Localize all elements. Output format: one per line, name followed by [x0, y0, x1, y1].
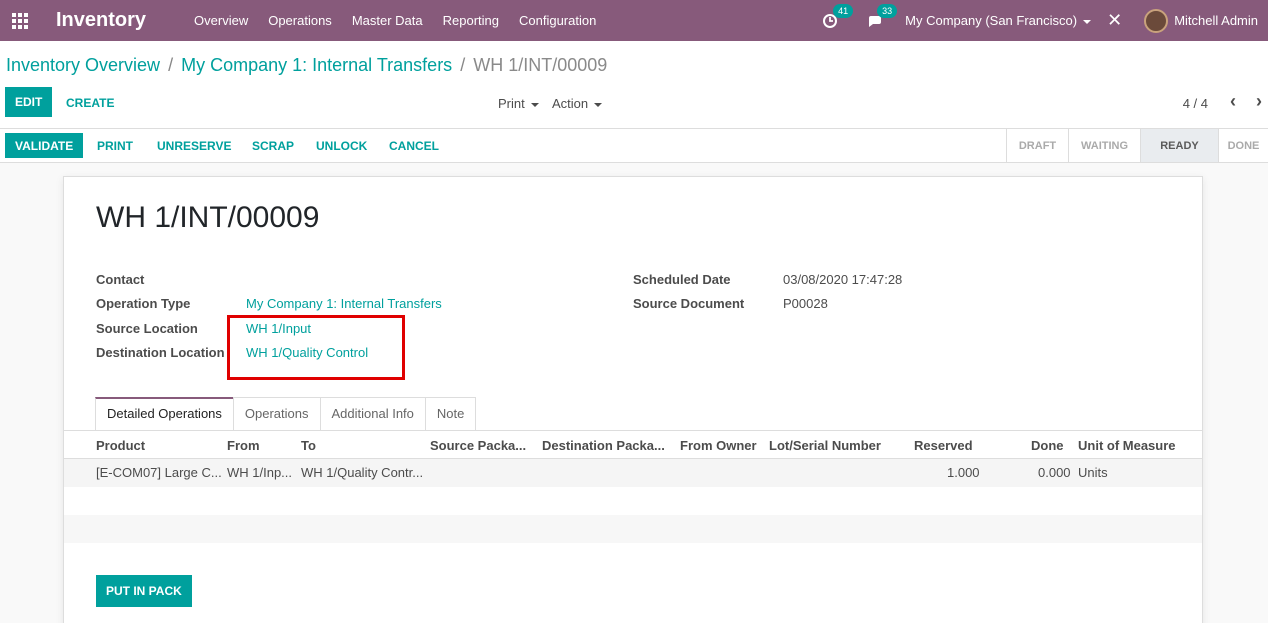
cell-product: [E-COM07] Large C...	[96, 465, 222, 480]
stage-ready: READY	[1140, 129, 1218, 162]
cell-uom: Units	[1078, 465, 1108, 480]
unreserve-button[interactable]: UNRESERVE	[157, 139, 231, 153]
main-menu: Overview Operations Master Data Reportin…	[184, 13, 606, 28]
breadcrumb-separator: /	[460, 55, 466, 75]
messages-button[interactable]: 33	[867, 3, 898, 28]
highlight-box	[227, 315, 405, 380]
notebook-tabs: Detailed Operations Operations Additiona…	[95, 397, 477, 431]
menu-master-data[interactable]: Master Data	[342, 13, 433, 28]
tab-operations[interactable]: Operations	[232, 397, 321, 431]
column-reserved[interactable]: Reserved	[914, 438, 973, 453]
menu-reporting[interactable]: Reporting	[433, 13, 509, 28]
record-title: WH 1/INT/00009	[96, 201, 320, 234]
column-lot-serial-number[interactable]: Lot/Serial Number	[769, 438, 881, 453]
action-dropdown[interactable]: Action	[552, 96, 603, 111]
table-header: Product From To Source Packa... Destinat…	[64, 431, 1202, 459]
cell-done: 0.000	[1038, 465, 1071, 480]
source-document-label: Source Document	[633, 296, 745, 311]
scheduled-date-value: 03/08/2020 17:47:28	[783, 272, 903, 287]
column-from-owner[interactable]: From Owner	[680, 438, 757, 453]
column-from[interactable]: From	[227, 438, 260, 453]
operation-type-label: Operation Type	[96, 296, 191, 311]
destination-location-label: Destination Location	[96, 345, 225, 360]
scrap-button[interactable]: SCRAP	[252, 139, 294, 153]
cell-to: WH 1/Quality Contr...	[301, 465, 424, 480]
column-done[interactable]: Done	[1031, 438, 1064, 453]
company-name: My Company (San Francisco)	[905, 13, 1078, 28]
top-navbar: Inventory Overview Operations Master Dat…	[0, 0, 1268, 41]
action-dropdown-label: Action	[552, 96, 589, 111]
control-panel: Inventory Overview / My Company 1: Inter…	[0, 41, 1268, 129]
breadcrumb-inventory-overview[interactable]: Inventory Overview	[6, 55, 160, 76]
print-dropdown-label: Print	[498, 96, 525, 111]
tab-note[interactable]: Note	[424, 397, 477, 431]
print-button[interactable]: PRINT	[97, 139, 133, 153]
activity-button[interactable]: 41	[823, 3, 854, 28]
stage-pipeline: DRAFT WAITING READY DONE	[1006, 129, 1268, 162]
print-dropdown[interactable]: Print	[498, 96, 539, 111]
stage-done: DONE	[1218, 129, 1268, 162]
chevron-left-icon[interactable]: ‹	[1230, 91, 1236, 112]
column-to[interactable]: To	[301, 438, 316, 453]
source-document-value: P00028	[783, 296, 828, 311]
breadcrumb-internal-transfers[interactable]: My Company 1: Internal Transfers	[181, 55, 452, 76]
activity-count-badge: 41	[833, 3, 854, 18]
breadcrumb-current: WH 1/INT/00009	[473, 55, 608, 75]
table-row-empty	[64, 515, 1202, 543]
tab-detailed-operations[interactable]: Detailed Operations	[95, 397, 234, 431]
debug-tools-icon[interactable]: ✕	[1107, 10, 1122, 31]
contact-label: Contact	[96, 272, 145, 287]
column-source-package[interactable]: Source Packa...	[430, 438, 526, 453]
unlock-button[interactable]: UNLOCK	[316, 139, 367, 153]
tab-additional-info[interactable]: Additional Info	[319, 397, 426, 431]
table-row[interactable]: [E-COM07] Large C... WH 1/Inp... WH 1/Qu…	[64, 459, 1202, 487]
scheduled-date-label: Scheduled Date	[633, 272, 731, 287]
message-count-badge: 33	[877, 3, 898, 18]
menu-overview[interactable]: Overview	[184, 13, 258, 28]
create-button[interactable]: CREATE	[66, 96, 114, 110]
chevron-right-icon[interactable]: ›	[1256, 91, 1262, 112]
breadcrumb-separator: /	[168, 55, 174, 75]
chevron-down-icon	[530, 102, 539, 107]
menu-configuration[interactable]: Configuration	[509, 13, 606, 28]
pager-value[interactable]: 4 / 4	[1183, 96, 1208, 111]
breadcrumb: Inventory Overview / My Company 1: Inter…	[6, 55, 607, 76]
column-destination-package[interactable]: Destination Packa...	[542, 438, 665, 453]
source-location-label: Source Location	[96, 321, 198, 336]
cancel-button[interactable]: CANCEL	[389, 139, 439, 153]
chevron-down-icon	[1083, 19, 1092, 24]
stage-waiting: WAITING	[1068, 129, 1140, 162]
avatar[interactable]	[1144, 8, 1169, 33]
cell-reserved: 1.000	[947, 465, 980, 480]
status-bar: VALIDATE PRINT UNRESERVE SCRAP UNLOCK CA…	[0, 129, 1268, 163]
apps-menu-icon[interactable]	[0, 0, 40, 41]
cell-from: WH 1/Inp...	[227, 465, 293, 480]
validate-button[interactable]: VALIDATE	[5, 133, 84, 158]
stage-draft: DRAFT	[1006, 129, 1068, 162]
table-row-empty	[64, 487, 1202, 515]
company-switcher[interactable]: My Company (San Francisco)	[905, 13, 1092, 28]
operation-type-value[interactable]: My Company 1: Internal Transfers	[246, 296, 442, 311]
edit-button[interactable]: EDIT	[5, 87, 53, 117]
column-unit-of-measure[interactable]: Unit of Measure	[1078, 438, 1176, 453]
menu-operations[interactable]: Operations	[258, 13, 342, 28]
column-product[interactable]: Product	[96, 438, 145, 453]
user-menu[interactable]: Mitchell Admin	[1174, 13, 1258, 28]
app-name[interactable]: Inventory	[56, 9, 146, 32]
chevron-down-icon	[594, 102, 603, 107]
form-sheet: WH 1/INT/00009 Contact Operation Type My…	[63, 176, 1203, 623]
put-in-pack-button[interactable]: PUT IN PACK	[96, 575, 192, 607]
